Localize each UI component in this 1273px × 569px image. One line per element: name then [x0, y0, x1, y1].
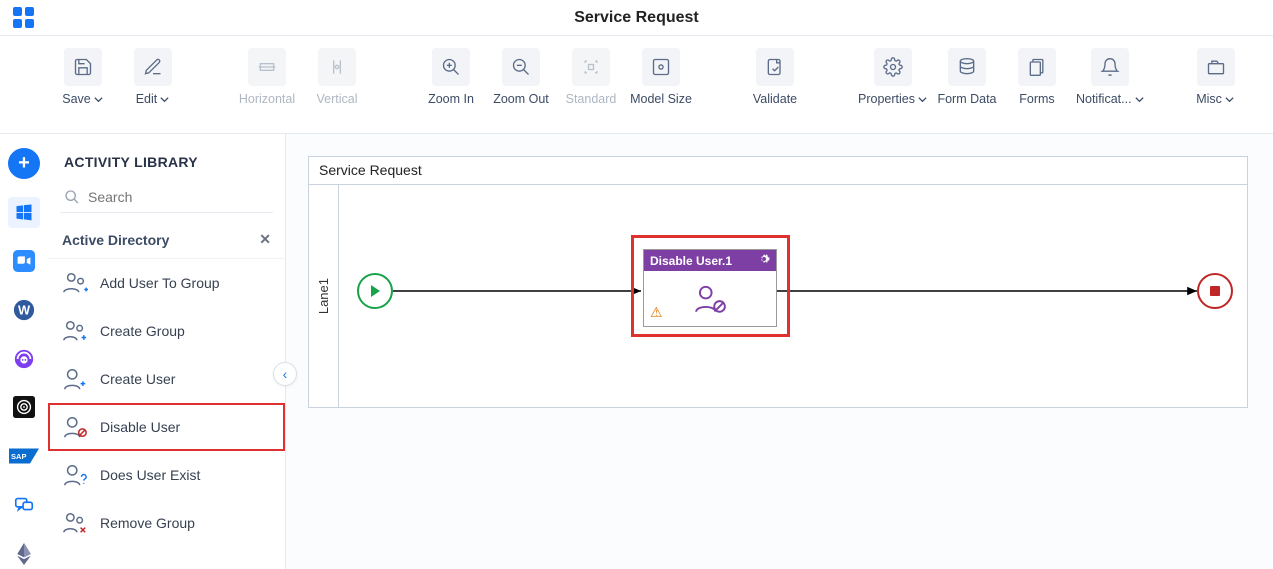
model-size-icon	[642, 48, 680, 86]
lane-label: Lane1	[309, 185, 339, 407]
align-vertical-button: Vertical	[306, 48, 368, 106]
group-remove-icon	[62, 511, 88, 535]
user-question-icon	[62, 463, 88, 487]
align-vertical-icon	[318, 48, 356, 86]
activity-disable-user[interactable]: Disable User	[48, 403, 285, 451]
end-node[interactable]	[1197, 273, 1233, 309]
zoom-standard-icon	[572, 48, 610, 86]
add-integration-button[interactable]: +	[8, 148, 40, 179]
collapse-sidebar-button[interactable]: ‹	[273, 362, 297, 386]
zoom-app-icon[interactable]	[8, 246, 40, 277]
zoom-out-icon	[502, 48, 540, 86]
align-horizontal-icon	[248, 48, 286, 86]
sidebar-title: ACTIVITY LIBRARY	[48, 134, 285, 182]
toolbar: Save Edit Horizontal Vertical Zoom In Zo…	[0, 36, 1273, 134]
edit-button[interactable]: Edit	[122, 48, 184, 106]
close-icon[interactable]: ✕	[259, 231, 271, 248]
activity-create-user[interactable]: Create User	[48, 355, 285, 403]
search-input-wrap[interactable]	[60, 182, 273, 213]
search-input[interactable]	[88, 189, 269, 205]
wordpress-icon[interactable]: W	[8, 294, 40, 325]
activity-create-group[interactable]: Create Group	[48, 307, 285, 355]
process-name-label: Service Request	[309, 157, 1247, 185]
page-title: Service Request	[48, 9, 1225, 27]
align-horizontal-button: Horizontal	[236, 48, 298, 106]
user-plus-icon	[62, 367, 88, 391]
properties-button[interactable]: Properties	[858, 48, 928, 106]
misc-button[interactable]: Misc	[1185, 48, 1247, 106]
database-icon	[948, 48, 986, 86]
edit-icon	[134, 48, 172, 86]
forms-icon	[1018, 48, 1056, 86]
folder-icon	[1197, 48, 1235, 86]
svg-text:SAP: SAP	[11, 452, 26, 461]
activity-remove-group[interactable]: Remove Group	[48, 499, 285, 547]
bell-icon	[1091, 48, 1129, 86]
user-disable-icon	[62, 415, 88, 439]
category-header[interactable]: Active Directory ✕	[48, 221, 285, 259]
integration-rail: + W SAP	[0, 134, 48, 569]
zoom-standard-button: Standard	[560, 48, 622, 106]
group-plus-icon	[62, 319, 88, 343]
user-disable-icon	[693, 284, 727, 314]
notifications-button[interactable]: Notificat...	[1076, 48, 1145, 106]
zoom-in-button[interactable]: Zoom In	[420, 48, 482, 106]
sap-icon[interactable]: SAP	[8, 441, 40, 472]
support-icon[interactable]	[8, 343, 40, 374]
task-title: Disable User.1	[650, 254, 732, 268]
process-canvas[interactable]: Service Request Lane1	[308, 156, 1248, 408]
task-disable-user[interactable]: Disable User.1 ⚠	[643, 249, 777, 327]
chat-icon[interactable]	[8, 489, 40, 520]
app-logo[interactable]	[0, 7, 48, 29]
forms-button[interactable]: Forms	[1006, 48, 1068, 106]
gear-icon	[874, 48, 912, 86]
form-data-button[interactable]: Form Data	[936, 48, 998, 106]
validate-button[interactable]: Validate	[744, 48, 806, 106]
warning-icon: ⚠	[650, 304, 663, 321]
svg-text:W: W	[18, 302, 31, 317]
model-size-button[interactable]: Model Size	[630, 48, 692, 106]
validate-icon	[756, 48, 794, 86]
zoom-in-icon	[432, 48, 470, 86]
activity-does-user-exist[interactable]: Does User Exist	[48, 451, 285, 499]
gear-icon[interactable]	[758, 253, 770, 268]
activity-add-user-to-group[interactable]: Add User To Group	[48, 259, 285, 307]
start-node[interactable]	[357, 273, 393, 309]
target-icon[interactable]	[8, 392, 40, 423]
zoom-out-button[interactable]: Zoom Out	[490, 48, 552, 106]
activity-library-panel: ACTIVITY LIBRARY Active Directory ✕ Add …	[48, 134, 286, 569]
search-icon	[64, 188, 80, 206]
windows-icon[interactable]	[8, 197, 40, 228]
save-icon	[64, 48, 102, 86]
user-group-icon	[62, 271, 88, 295]
save-button[interactable]: Save	[52, 48, 114, 106]
ethereum-icon[interactable]	[8, 538, 40, 569]
